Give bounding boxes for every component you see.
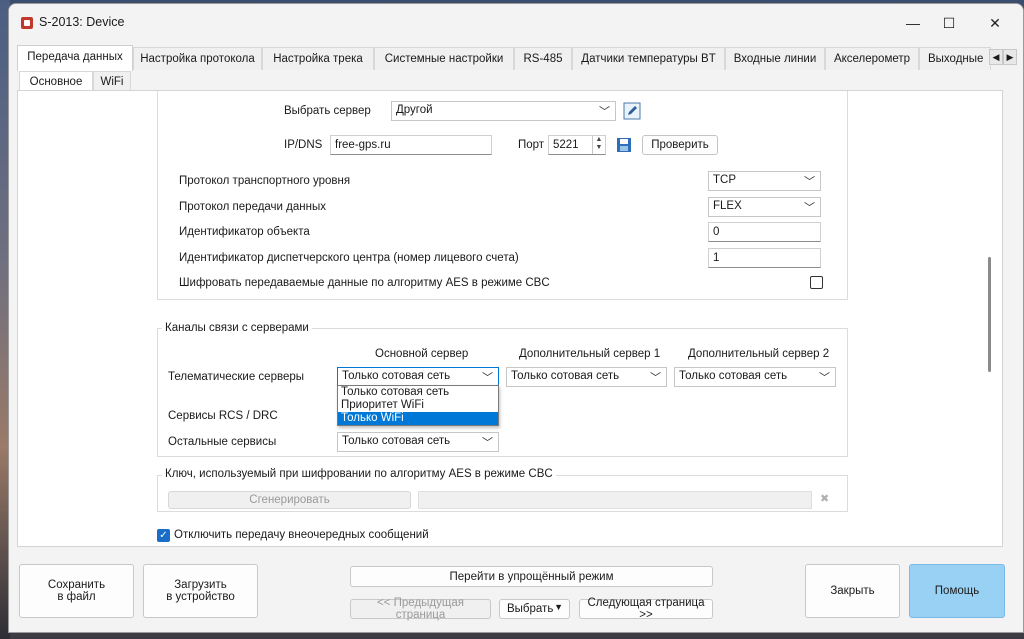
telematic-extra2-value: Только сотовая сеть <box>679 370 788 382</box>
tab-track-settings[interactable]: Настройка трека <box>262 47 374 70</box>
choose-server-value: Другой <box>396 104 433 116</box>
dropdown-option-cellular[interactable]: Только сотовая сеть <box>338 386 498 399</box>
ipdns-input[interactable]: free-gps.ru <box>330 135 492 155</box>
tab-scroll-right-icon[interactable]: ▶ <box>1003 49 1017 65</box>
port-input[interactable]: 5221 ▲ ▼ <box>548 135 606 155</box>
chevron-down-icon: ﹀ <box>599 106 610 118</box>
close-button[interactable]: Закрыть <box>805 564 900 618</box>
object-id-input[interactable]: 0 <box>708 222 821 242</box>
subtab-main[interactable]: Основное <box>19 71 93 92</box>
telematic-extra2-select[interactable]: Только сотовая сеть ﹀ <box>674 367 836 387</box>
next-page-button[interactable]: Следующая страница >> <box>579 597 713 621</box>
other-services-value: Только сотовая сеть <box>342 435 451 447</box>
help-button[interactable]: Помощь <box>909 564 1005 618</box>
chevron-down-icon: ﹀ <box>482 437 493 449</box>
tab-outputs[interactable]: Выходные <box>919 47 991 70</box>
other-services-label: Остальные сервисы <box>168 436 277 448</box>
scrollbar-thumb[interactable] <box>988 257 991 372</box>
content-panel: Выбрать сервер Другой ﹀ IP/DNS free-gps.… <box>17 90 1003 547</box>
prev-page-button[interactable]: << Предыдущая страница <box>350 597 491 621</box>
dropdown-option-wifi-priority[interactable]: Приоритет WiFi <box>338 399 498 412</box>
maximize-button[interactable]: ☐ <box>927 8 971 38</box>
save-icon[interactable] <box>615 136 633 154</box>
title-bar: S-2013: Device — ☐ ✕ <box>9 4 1023 42</box>
other-services-select[interactable]: Только сотовая сеть ﹀ <box>337 432 499 452</box>
col-extra-server-1: Дополнительный сервер 1 <box>519 348 661 360</box>
save-to-file-button[interactable]: Сохранить в файл <box>19 564 134 618</box>
tab-input-lines[interactable]: Входные линии <box>725 47 825 70</box>
tab-system-settings[interactable]: Системные настройки <box>374 47 514 70</box>
chevron-down-icon: ﹀ <box>819 372 830 384</box>
tab-temperature-sensors[interactable]: Датчики температуры BT <box>572 47 725 70</box>
dispatch-id-input[interactable]: 1 <box>708 248 821 268</box>
ipdns-label: IP/DNS <box>284 139 323 151</box>
telematic-main-value: Только сотовая сеть <box>342 370 451 382</box>
chevron-down-icon: ﹀ <box>804 176 815 188</box>
tab-rs485[interactable]: RS-485 <box>514 47 572 70</box>
chevron-down-icon: ﹀ <box>804 202 815 214</box>
telematic-extra1-value: Только сотовая сеть <box>511 370 620 382</box>
aes-encrypt-checkbox[interactable] <box>810 276 823 289</box>
check-button[interactable]: Проверить <box>642 135 718 155</box>
aes-key-title: Ключ, используемый при шифровании по алг… <box>162 468 556 480</box>
rcs-label: Сервисы RCS / DRC <box>168 410 278 422</box>
generate-button[interactable]: Сгенерировать <box>168 491 411 509</box>
app-icon <box>21 17 33 29</box>
choose-page-label: Выбрать <box>507 603 554 615</box>
telematic-label: Телематические серверы <box>168 371 305 383</box>
col-extra-server-2: Дополнительный сервер 2 <box>688 348 830 360</box>
close-window-button[interactable]: ✕ <box>973 8 1017 38</box>
aes-key-input[interactable] <box>418 491 812 509</box>
protocol-select[interactable]: FLEX ﹀ <box>708 197 821 217</box>
main-tabs: Передача данных Настройка протокола Наст… <box>17 45 1003 71</box>
caret-down-icon: ▼ <box>554 602 563 612</box>
port-spinner-icon[interactable]: ▲ ▼ <box>592 136 605 154</box>
dropdown-option-wifi-only[interactable]: Только WiFi <box>338 412 498 425</box>
choose-server-label: Выбрать сервер <box>284 105 371 117</box>
tab-protocol-settings[interactable]: Настройка протокола <box>133 47 262 70</box>
device-window: S-2013: Device — ☐ ✕ Передача данных Нас… <box>8 3 1024 633</box>
load-to-device-button[interactable]: Загрузить в устройство <box>143 564 258 618</box>
object-id-label: Идентификатор объекта <box>179 226 310 238</box>
content-scrollbar[interactable] <box>986 92 994 546</box>
port-label: Порт <box>518 139 545 151</box>
tab-scroll-arrows: ◀ ▶ <box>989 49 1017 65</box>
simple-mode-button[interactable]: Перейти в упрощённый режим <box>350 566 713 587</box>
chevron-down-icon: ﹀ <box>650 372 661 384</box>
col-main-server: Основной сервер <box>375 348 469 360</box>
chevron-down-icon: ﹀ <box>482 372 493 384</box>
disable-extra-checkbox[interactable]: ✓ <box>157 529 170 542</box>
tab-accelerometer[interactable]: Акселерометр <box>825 47 919 70</box>
disable-extra-label: Отключить передачу внеочередных сообщени… <box>174 529 429 541</box>
server-group <box>157 91 848 300</box>
dispatch-id-label: Идентификатор диспетчерского центра (ном… <box>179 252 519 264</box>
port-value: 5221 <box>553 139 579 151</box>
window-title: S-2013: Device <box>39 15 125 29</box>
subtab-wifi[interactable]: WiFi <box>93 71 131 92</box>
edit-icon[interactable] <box>623 102 641 120</box>
transport-label: Протокол транспортного уровня <box>179 175 351 187</box>
channels-group-title: Каналы связи с серверами <box>162 322 312 334</box>
telematic-extra1-select[interactable]: Только сотовая сеть ﹀ <box>506 367 667 387</box>
aes-encrypt-label: Шифровать передаваемые данные по алгорит… <box>179 277 550 289</box>
transport-select[interactable]: TCP ﹀ <box>708 171 821 191</box>
telematic-main-select[interactable]: Только сотовая сеть ﹀ <box>337 367 499 387</box>
clear-key-icon[interactable]: ✖ <box>820 492 829 505</box>
tab-data-transfer[interactable]: Передача данных <box>17 45 133 71</box>
tab-scroll-left-icon[interactable]: ◀ <box>989 49 1003 65</box>
protocol-label: Протокол передачи данных <box>179 201 326 213</box>
choose-page-button[interactable]: Выбрать ▼ <box>499 599 570 619</box>
choose-server-select[interactable]: Другой ﹀ <box>391 101 616 121</box>
telematic-main-dropdown: Только сотовая сеть Приоритет WiFi Тольк… <box>337 385 499 426</box>
protocol-value: FLEX <box>713 200 742 212</box>
transport-value: TCP <box>713 174 736 186</box>
